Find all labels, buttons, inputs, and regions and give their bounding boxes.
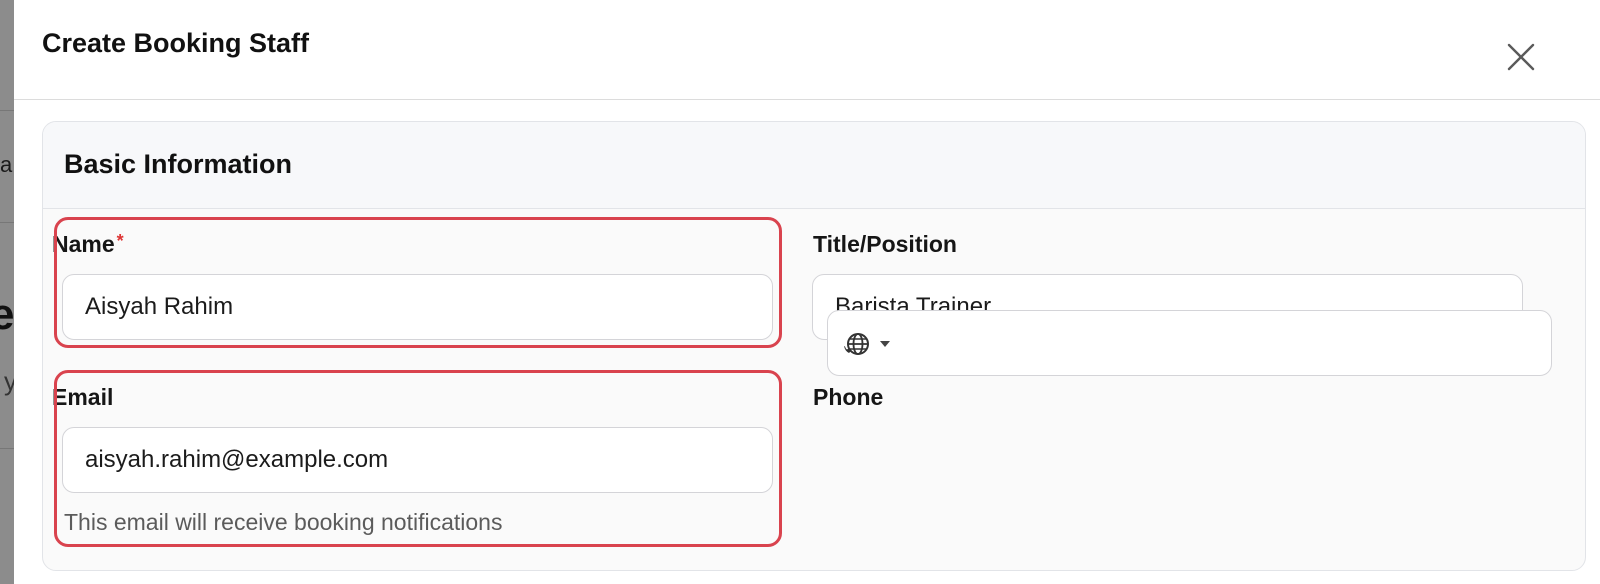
country-code-selector[interactable]	[842, 328, 902, 360]
create-staff-modal: Create Booking Staff Basic Information N…	[14, 0, 1600, 584]
backdrop-divider	[0, 448, 14, 449]
section-title: Basic Information	[64, 149, 293, 179]
backdrop-text-fragment: y	[4, 366, 14, 396]
title-position-label: Title/Position	[813, 231, 957, 257]
backdrop-divider	[0, 110, 14, 111]
required-mark: *	[116, 231, 124, 251]
name-label-text: Name	[52, 231, 115, 257]
email-input[interactable]	[62, 427, 773, 493]
globe-phone-icon	[844, 333, 869, 355]
phone-label: Phone	[813, 384, 884, 410]
name-label: Name *	[52, 231, 124, 258]
card-header: Basic Information	[43, 122, 1585, 209]
modal-title: Create Booking Staff	[42, 28, 310, 58]
close-icon	[1507, 43, 1535, 71]
email-help-text: This email will receive booking notifica…	[64, 509, 503, 535]
backdrop-text-fragment: a	[0, 152, 13, 177]
email-label: Email	[52, 384, 114, 410]
backdrop-divider	[0, 222, 14, 223]
backdrop-heading-fragment: e	[0, 290, 14, 339]
modal-header: Create Booking Staff	[14, 0, 1600, 100]
phone-input[interactable]	[827, 310, 1552, 376]
name-input[interactable]	[62, 274, 773, 340]
chevron-down-icon	[880, 341, 890, 347]
close-button[interactable]	[1504, 40, 1538, 74]
page-backdrop: a e y	[0, 0, 14, 584]
